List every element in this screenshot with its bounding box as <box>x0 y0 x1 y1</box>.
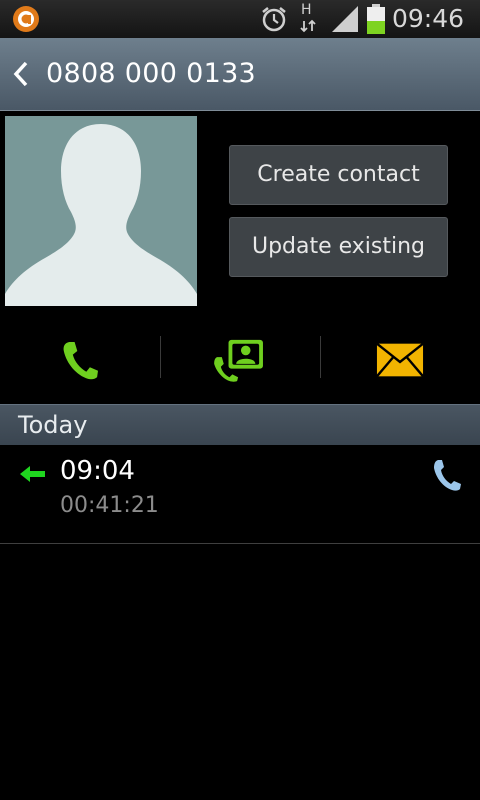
incoming-arrow-icon <box>20 466 45 482</box>
contact-avatar[interactable] <box>5 116 197 306</box>
signal-icon <box>332 6 358 32</box>
section-header-today: Today <box>0 404 480 445</box>
page-title: 0808 000 0133 <box>46 58 257 89</box>
create-contact-button[interactable]: Create contact <box>229 145 448 205</box>
action-bar: 0808 000 0133 <box>0 38 480 111</box>
chevron-left-icon[interactable] <box>10 60 32 88</box>
section-title: Today <box>18 411 88 439</box>
phone-icon <box>63 342 98 380</box>
message-button[interactable] <box>320 334 480 386</box>
video-call-button[interactable] <box>160 334 320 386</box>
update-existing-button[interactable]: Update existing <box>229 217 448 277</box>
person-silhouette-icon <box>5 124 197 306</box>
phone-icon[interactable] <box>432 459 462 491</box>
battery-icon <box>367 4 385 34</box>
contact-detail-screen: H 09:46 0808 000 0133 Create contact Upd… <box>0 0 480 800</box>
call-log-entry[interactable]: 09:04 00:41:21 <box>0 445 480 543</box>
video-call-icon <box>214 339 263 382</box>
network-h-icon: H <box>298 2 320 34</box>
app-notification-icon <box>13 6 39 32</box>
call-button[interactable] <box>0 334 160 386</box>
status-bar: H 09:46 <box>0 0 480 38</box>
alarm-icon <box>262 7 286 32</box>
call-duration: 00:41:21 <box>60 493 159 518</box>
call-time: 09:04 <box>60 456 135 486</box>
status-time: 09:46 <box>392 4 465 33</box>
message-icon <box>376 342 424 378</box>
list-divider <box>0 543 480 544</box>
